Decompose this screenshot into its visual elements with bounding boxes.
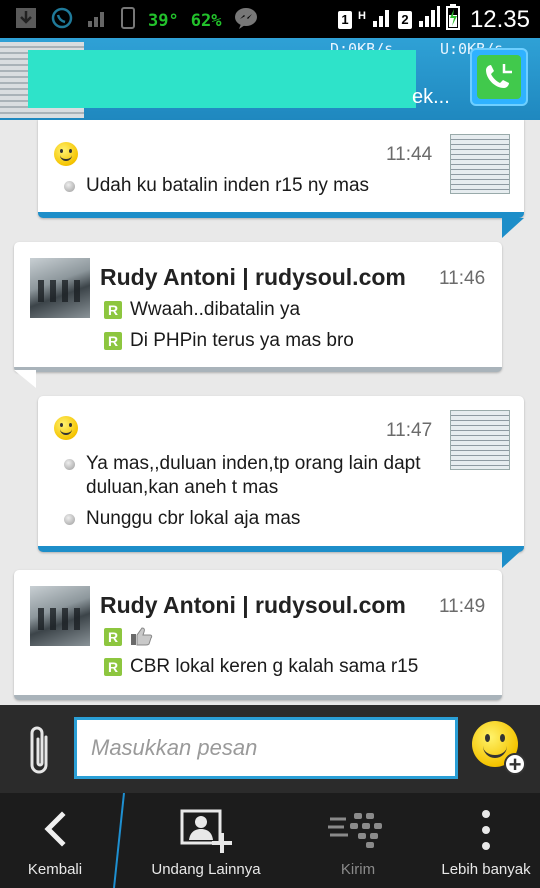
emoticon-smiley-icon (54, 142, 78, 166)
more-vertical-icon (481, 809, 491, 856)
message-text: CBR lokal keren g kalah sama r15 (130, 656, 419, 677)
message-text: Wwaah..dibatalin ya (130, 299, 301, 320)
contact-avatar-thumb[interactable] (30, 586, 90, 646)
whatsapp-icon (50, 6, 74, 35)
message-bubble-outgoing[interactable]: 11:44 Udah ku batalin inden r15 ny mas (38, 120, 524, 218)
bubble-tail (502, 218, 524, 238)
read-receipt-icon: R (104, 628, 122, 646)
contact-status-fragment: ek... (412, 86, 450, 108)
send-button[interactable]: Kirim (302, 793, 414, 888)
back-label: Kembali (27, 861, 83, 878)
more-options-button[interactable]: Lebih banyak (432, 793, 540, 888)
signal-icon-dim (86, 8, 108, 33)
plus-icon: + (504, 753, 526, 776)
message-text: Ya mas,,duluan inden,tp orang lain dapt … (86, 453, 421, 498)
message-input[interactable] (74, 717, 458, 779)
chat-message-list[interactable]: 11:44 Udah ku batalin inden r15 ny mas R… (0, 120, 540, 705)
temperature-text: 39° (148, 10, 179, 31)
bubble-tail (14, 370, 36, 388)
battery-charging-icon (445, 4, 460, 35)
voice-call-button[interactable] (470, 48, 528, 106)
read-receipt-icon: R (104, 658, 122, 676)
back-button[interactable]: Kembali (0, 793, 110, 888)
invite-more-label: Undang Lainnya (151, 861, 261, 878)
clock-text: 12.35 (469, 5, 530, 33)
signal-icon-sim1 (372, 6, 392, 33)
send-label: Kirim (340, 861, 376, 878)
read-receipt-icon: R (104, 332, 122, 350)
nav-divider (113, 793, 125, 888)
contact-avatar-thumb[interactable] (30, 258, 90, 318)
message-time: 11:44 (386, 144, 433, 165)
read-receipt-icon: R (104, 301, 122, 319)
sender-avatar (450, 134, 510, 194)
message-time: 11:46 (439, 268, 486, 289)
bubble-tail (502, 548, 524, 568)
contact-name-redacted[interactable] (28, 50, 416, 108)
message-status-dot-icon (64, 181, 75, 192)
message-text: Nunggu cbr lokal aja mas (86, 508, 301, 529)
message-status-dot-icon (64, 459, 75, 470)
message-bubble-outgoing[interactable]: 11:47 Ya mas,,duluan inden,tp orang lain… (38, 396, 524, 552)
status-bar: 39° 62% 1 H 2 12.35 (0, 0, 540, 38)
signal-icon-sim2 (418, 6, 440, 33)
message-time: 11:49 (439, 596, 486, 617)
sender-avatar (450, 410, 510, 470)
message-status-dot-icon (64, 514, 75, 525)
message-bubble-incoming[interactable]: Rudy Antoni | rudysoul.com 11:46 R Wwaah… (14, 242, 502, 372)
bbm-send-icon (328, 809, 386, 856)
battery-percent-text: 62% (190, 10, 222, 31)
sim1-badge: 1 (337, 10, 352, 29)
invite-contact-icon (180, 809, 236, 860)
chat-header: D:0KB/s U:0KB/s ek... (0, 38, 540, 120)
message-text: Di PHPin terus ya mas bro (130, 330, 354, 351)
message-time: 11:47 (386, 420, 433, 441)
messenger-icon (233, 6, 259, 35)
sim2-badge: 2 (397, 10, 412, 29)
download-notification-icon (14, 6, 38, 35)
attachment-paperclip-icon[interactable] (26, 725, 56, 782)
chevron-left-icon (40, 809, 68, 854)
emoticon-picker-button[interactable]: + (470, 721, 526, 776)
message-composer: + (0, 705, 540, 793)
phone-icon (120, 7, 136, 34)
emoticon-smiley-icon (54, 416, 78, 440)
invite-more-button[interactable]: Undang Lainnya (140, 793, 272, 888)
thumbs-up-emoticon-icon (130, 626, 154, 651)
phone-call-icon (477, 55, 521, 99)
sender-name: Rudy Antoni | rudysoul.com (100, 592, 406, 618)
network-type-icon: H (357, 9, 366, 22)
message-text: Udah ku batalin inden r15 ny mas (86, 175, 370, 196)
more-options-label: Lebih banyak (441, 861, 531, 878)
message-bubble-incoming[interactable]: Rudy Antoni | rudysoul.com 11:49 R R CBR… (14, 570, 502, 700)
bottom-action-bar: Kembali Undang Lainnya Kirim Lebih banya… (0, 793, 540, 888)
sender-name: Rudy Antoni | rudysoul.com (100, 264, 406, 290)
